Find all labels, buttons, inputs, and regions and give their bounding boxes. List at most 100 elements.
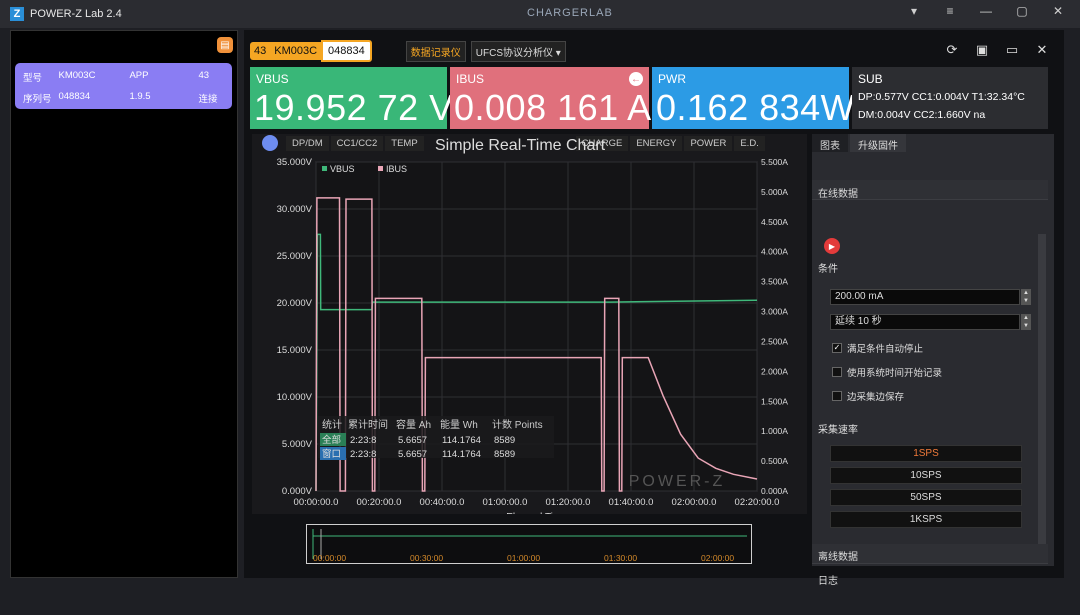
data-logger-button[interactable]: 数据记录仪 [405, 40, 466, 62]
y-right-tick-label: 2.000A [761, 366, 788, 376]
tab-dpdm[interactable]: DP/DM [286, 135, 329, 151]
y-left-tick-label: 10.000V [277, 392, 313, 403]
y-right-tick-label: 4.500A [761, 217, 788, 227]
duration-input[interactable]: 延续 10 秒 [830, 314, 1020, 330]
tab-cc[interactable]: CC1/CC2 [330, 135, 384, 151]
y-right-tick-label: 5.000A [761, 187, 788, 197]
tab-chart[interactable]: 图表 [812, 134, 848, 152]
stats-cell: 114.1764 [442, 435, 481, 446]
tab-energy[interactable]: ENERGY [630, 135, 683, 151]
stats-header: 统计 [322, 418, 342, 431]
ibus-label: IBUS [456, 72, 485, 86]
serial-value: 048834 [58, 91, 91, 102]
ibus-value: 0.008 161 A [454, 87, 652, 128]
minimize-button[interactable]: — [978, 4, 994, 18]
timeline-tick-label: 01:00:00 [507, 553, 540, 563]
y-right-tick-label: 5.500A [761, 157, 788, 167]
tab-temp[interactable]: TEMP [385, 135, 424, 151]
ufcs-analyzer-dropdown[interactable]: UFCS协议分析仪 ▾ [470, 40, 566, 62]
record-play-button[interactable]: ▶ [824, 238, 840, 254]
tab-firmware[interactable]: 升级固件 [850, 134, 906, 152]
timeline-tick-label: 01:30:00 [604, 553, 637, 563]
timeline-navigator[interactable]: 00:00:00 00:30:00 01:00:00 01:30:00 02:00:00 [306, 524, 752, 564]
stats-cell: 8589 [494, 449, 515, 460]
title-bar: Z POWER-Z Lab 2.4 CHARGERLAB ▾ ≡ — ▢ ✕ [0, 0, 1080, 28]
condition-label: 条件 [818, 264, 838, 275]
x-tick-label: 01:20:00.0 [546, 497, 591, 508]
current-stepper[interactable]: ▲ ▼ [1021, 289, 1031, 305]
checkbox-unchecked[interactable] [832, 367, 842, 377]
stats-header: 容量 Ah [396, 418, 431, 431]
current-threshold-input[interactable]: 200.00 mA [830, 289, 1020, 305]
checkbox-checked[interactable]: ✓ [832, 343, 842, 353]
sub-label: SUB [858, 72, 883, 86]
timeline-tick-label: 02:00:00 [701, 553, 734, 563]
settings-panel: 图表 升级固件 在线数据 ▶ 条件 200.00 mA ▲ ▼ 延续 10 秒 ▲… [812, 134, 1054, 587]
save-while-collect-checkbox[interactable]: 边采集边保存 [832, 389, 904, 403]
y-left-tick-label: 25.000V [277, 251, 313, 262]
ufcs-label: UFCS协议分析仪 [475, 47, 553, 59]
toggle-icon[interactable]: ▭ [1004, 42, 1020, 58]
app-title: POWER-Z Lab 2.4 [30, 8, 122, 20]
rate-1sps-button[interactable]: 1SPS [830, 445, 1022, 462]
rate-10sps-button[interactable]: 10SPS [830, 467, 1022, 484]
menu-icon[interactable]: ≡ [942, 4, 958, 18]
power-label: PWR [658, 72, 686, 86]
sample-rate-label: 采集速率 [818, 425, 858, 436]
x-tick-label: 02:00:00.0 [672, 497, 717, 508]
refresh-icon[interactable]: ⟳ [944, 42, 960, 58]
auto-stop-label: 满足条件自动停止 [847, 344, 924, 355]
device-card[interactable]: 型号 KM003C APP 43 序列号 048834 1.9.5 连接 [15, 63, 232, 109]
x-tick-label: 02:20:00.0 [735, 497, 780, 508]
legend-ibus-swatch [378, 166, 383, 171]
y-left-tick-label: 0.000V [282, 486, 313, 497]
chart-mode-icon[interactable] [262, 135, 278, 151]
rate-50sps-button[interactable]: 50SPS [830, 489, 1022, 506]
stats-cell: 114.1764 [442, 449, 481, 460]
y-left-tick-label: 20.000V [277, 298, 313, 309]
stats-cell: 5.6657 [398, 435, 427, 446]
log-label: 日志 [818, 576, 838, 587]
close-icon[interactable]: ✕ [1034, 42, 1050, 58]
image-icon[interactable]: ▣ [974, 42, 990, 58]
device-panel: ▤ 型号 KM003C APP 43 序列号 048834 1.9.5 连接 [10, 30, 238, 578]
vbus-meter: VBUS 19.952 72 V [250, 67, 453, 129]
firmware-version: 1.9.5 [129, 91, 151, 102]
tab-ed[interactable]: E.D. [734, 135, 765, 151]
reverse-icon[interactable]: ← [629, 72, 643, 86]
y-right-tick-label: 3.500A [761, 277, 788, 287]
power-meter: PWR 0.162 834W [652, 67, 855, 129]
y-right-tick-label: 3.000A [761, 307, 788, 317]
stats-cell: 全部 [322, 434, 341, 446]
close-button[interactable]: ✕ [1050, 4, 1066, 18]
timeline-svg: 00:00:00 00:30:00 01:00:00 01:30:00 02:00:00 [312, 529, 747, 563]
y-left-tick-label: 15.000V [277, 345, 313, 356]
duration-stepper[interactable]: ▲ ▼ [1021, 314, 1031, 330]
maximize-button[interactable]: ▢ [1014, 4, 1030, 18]
device-model-badge: KM003C [270, 42, 322, 60]
model-label: 型号 [23, 73, 43, 84]
timeline-tick-label: 00:00:00 [313, 553, 346, 563]
connection-status: 连接 [198, 94, 218, 105]
checkbox-unchecked[interactable] [832, 391, 842, 401]
serial-label: 序列号 [23, 94, 52, 105]
system-time-checkbox[interactable]: 使用系统时间开始记录 [832, 365, 942, 379]
app-label: APP [129, 70, 149, 81]
x-tick-label: 00:40:00.0 [420, 497, 465, 508]
chart-svg: 00:00:00.0 00:20:00.0 00:40:00.0 01:00:00.0… [277, 157, 789, 514]
x-tick-label: 00:20:00.0 [357, 497, 402, 508]
auto-stop-checkbox[interactable]: ✓ 满足条件自动停止 [832, 341, 923, 355]
settings-icon[interactable]: ▤ [217, 37, 233, 53]
stats-cell: 窗口 [322, 448, 341, 460]
app-logo-icon: Z [10, 7, 24, 21]
stats-header: 累计时间 [348, 418, 388, 431]
y-right-tick-label: 0.500A [761, 456, 788, 466]
tab-power[interactable]: POWER [684, 135, 733, 151]
pin-icon[interactable]: ▾ [906, 4, 922, 18]
rate-1ksps-button[interactable]: 1KSPS [830, 511, 1022, 528]
sub-line-1: DP:0.577V CC1:0.004V T1:32.34°C [858, 91, 1025, 103]
app-value: 43 [198, 70, 210, 81]
settings-scrollbar[interactable] [1038, 234, 1046, 544]
chart-area: DP/DM CC1/CC2 TEMP CHARGE ENERGY POWER E… [252, 134, 807, 514]
x-tick-label: 01:40:00.0 [609, 497, 654, 508]
